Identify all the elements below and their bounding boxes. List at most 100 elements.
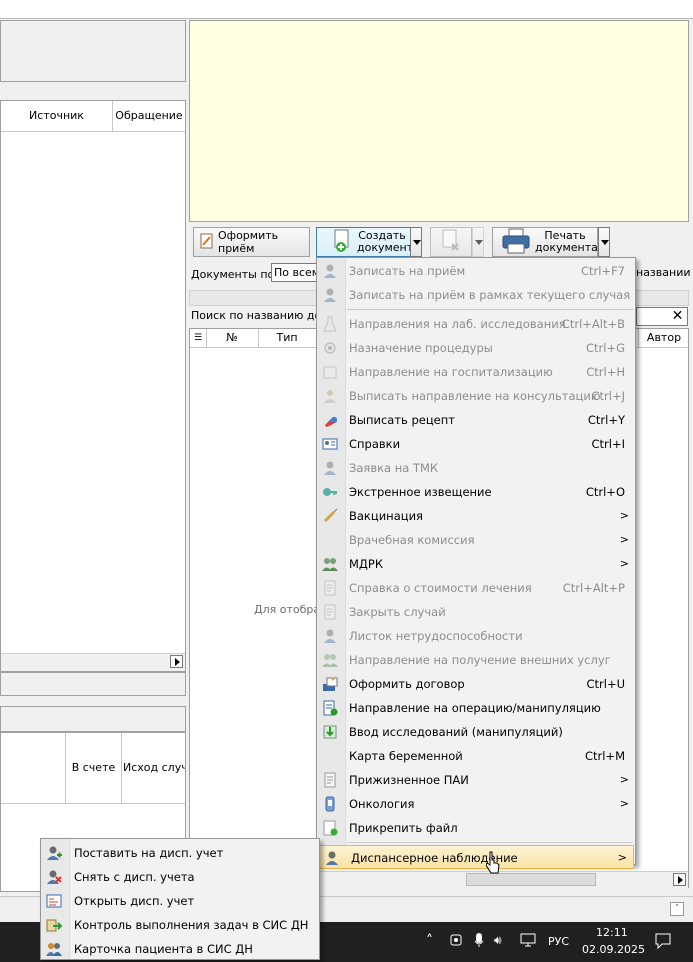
menu-item-5[interactable]: Выписать направление на консультацию Ctrl… — [317, 384, 635, 408]
left-table-hscrollbar[interactable] — [1, 653, 185, 671]
menu-item-23[interactable]: Прикрепить файл — [317, 816, 635, 840]
menu-item-3[interactable]: Назначение процедуры Ctrl+G — [317, 336, 635, 360]
scroll-right-button-docs[interactable] — [673, 873, 686, 886]
menu-item-label: Экстренное извещение — [349, 485, 492, 499]
delete-document-dropdown[interactable] — [472, 227, 484, 257]
submenu-item-label: Снять с дисп. учета — [74, 870, 195, 884]
menu-item-14[interactable]: Закрыть случай — [317, 600, 635, 624]
submenu-item-label: Контроль выполнения задач в СИС ДН — [74, 918, 309, 932]
submenu-item-2[interactable]: Открыть дисп. учет — [41, 889, 319, 913]
notifications-icon[interactable] — [654, 932, 672, 953]
submenu-arrow: > — [619, 797, 629, 810]
dispensary-submenu[interactable]: Поставить на дисп. учет Снять с дисп. уче… — [40, 838, 320, 960]
people-icon — [46, 941, 62, 957]
menu-item-0[interactable]: Записать на приём Ctrl+F7 — [317, 259, 635, 283]
menu-item-label: Направление на получение внешних услуг — [349, 653, 611, 667]
attach-icon — [322, 820, 338, 836]
column-header-number[interactable]: № — [206, 329, 259, 347]
tray-chevron-icon[interactable]: ˄ — [426, 933, 433, 949]
clock-date[interactable]: 02.09.2025 — [582, 943, 645, 956]
column-header-in-bill[interactable]: В счете — [65, 733, 122, 803]
menu-item-label: Записать на приём в рамках текущего случ… — [349, 288, 631, 302]
menu-item-16[interactable]: Направление на получение внешних услуг — [317, 648, 635, 672]
submenu-item-label: Карточка пациента в СИС ДН — [74, 942, 253, 956]
left-table-header: Источник Обращение — [1, 101, 185, 132]
open-record-icon — [46, 893, 62, 909]
document-delete-icon — [441, 229, 461, 256]
column-header-source[interactable]: Источник — [1, 101, 113, 131]
menu-item-6[interactable]: Выписать рецепт Ctrl+Y — [317, 408, 635, 432]
person-icon — [322, 628, 338, 644]
notes-area[interactable] — [189, 20, 689, 222]
menu-item-18[interactable]: Направление на операцию/манипуляцию — [317, 696, 635, 720]
submenu-item-3[interactable]: Контроль выполнения задач в СИС ДН — [41, 913, 319, 937]
menu-item-label: Справки — [349, 437, 401, 451]
menu-item-label: Оформить договор — [349, 677, 465, 691]
microphone-icon[interactable] — [474, 932, 484, 951]
person-icon — [324, 850, 340, 866]
menu-item-label: Вакцинация — [349, 509, 423, 523]
menu-item-2[interactable]: Направления на лаб. исследования Ctrl+Alt… — [317, 312, 635, 336]
person-remove-icon — [46, 869, 62, 885]
create-document-label: Создать документ — [357, 229, 414, 254]
menu-item-12[interactable]: МДРК > — [317, 552, 635, 576]
column-header-type[interactable]: Тип — [258, 329, 316, 347]
column-chooser-icon[interactable]: ☰ — [190, 329, 207, 347]
menu-item-17[interactable]: Оформить договор Ctrl+U — [317, 672, 635, 696]
column-header-author[interactable]: Автор — [638, 329, 689, 347]
menu-item-label: МДРК — [349, 557, 384, 571]
docs-by-select[interactable]: По всем — [271, 263, 317, 282]
network-icon[interactable] — [520, 933, 536, 950]
menu-item-label: Врачебная комиссия — [349, 533, 475, 547]
menu-item-21[interactable]: Прижизненное ПАИ > — [317, 768, 635, 792]
menu-item-4[interactable]: Направление на госпитализацию Ctrl+H — [317, 360, 635, 384]
volume-icon[interactable]: 🔊︎ — [494, 933, 502, 948]
menu-item-20[interactable]: Карта беременной Ctrl+M — [317, 744, 635, 768]
print-document-dropdown[interactable] — [598, 227, 610, 257]
menu-item-9[interactable]: Экстренное извещение Ctrl+O — [317, 480, 635, 504]
menu-item-shortcut: Ctrl+U — [586, 677, 625, 691]
create-document-button[interactable]: Создать документ — [316, 227, 414, 257]
scroll-right-button[interactable] — [170, 655, 183, 668]
submenu-item-1[interactable]: Снять с дисп. учета — [41, 865, 319, 889]
mouse-cursor-icon — [485, 851, 500, 878]
column-header-outcome[interactable]: Исход случа — [123, 733, 185, 803]
operation-icon — [322, 700, 338, 716]
submenu-item-label: Открыть дисп. учет — [74, 894, 195, 908]
menu-item-19[interactable]: Ввод исследований (манипуляций) — [317, 720, 635, 744]
submenu-arrow: > — [617, 851, 627, 864]
create-document-menu[interactable]: Записать на приём Ctrl+F7 Записать на приё… — [316, 257, 636, 869]
submenu-item-0[interactable]: Поставить на дисп. учет — [41, 841, 319, 865]
person-icon — [322, 263, 338, 279]
menu-item-shortcut: Ctrl+H — [586, 365, 625, 379]
create-document-dropdown[interactable] — [410, 227, 422, 257]
submenu-item-4[interactable]: Карточка пациента в СИС ДН — [41, 937, 319, 961]
menu-item-13[interactable]: Справка о стоимости лечения Ctrl+Alt+P — [317, 576, 635, 600]
delete-document-button[interactable] — [430, 227, 472, 257]
forward-icon — [46, 917, 63, 933]
key-icon — [322, 484, 338, 500]
menu-item-label: Ввод исследований (манипуляций) — [349, 725, 563, 739]
menu-item-shortcut: Ctrl+G — [585, 341, 625, 355]
menu-item-24[interactable]: Диспансерное наблюдение > — [318, 845, 634, 869]
menu-item-10[interactable]: Вакцинация > — [317, 504, 635, 528]
clear-search-icon[interactable]: ✕ — [669, 308, 686, 325]
menu-separator — [347, 842, 633, 843]
menu-item-11[interactable]: Врачебная комиссия > — [317, 528, 635, 552]
clock-time[interactable]: 12:11 — [596, 926, 628, 939]
accept-button[interactable]: Оформить приём — [193, 227, 310, 257]
menu-item-15[interactable]: Листок нетрудоспособности — [317, 624, 635, 648]
column-header-appeal[interactable]: Обращение — [113, 101, 185, 131]
webcam-icon[interactable] — [450, 932, 462, 951]
left-table[interactable]: Источник Обращение — [0, 100, 186, 672]
language-indicator[interactable]: РУС — [548, 935, 569, 948]
contract-icon — [322, 676, 338, 692]
menu-item-7[interactable]: Справки Ctrl+I — [317, 432, 635, 456]
menu-item-label: Закрыть случай — [349, 605, 446, 619]
menu-item-1[interactable]: Записать на приём в рамках текущего случ… — [317, 283, 635, 307]
expand-icon[interactable]: ˅ — [670, 902, 684, 916]
menu-item-22[interactable]: Онкология > — [317, 792, 635, 816]
menu-item-8[interactable]: Заявка на ТМК — [317, 456, 635, 480]
left-status-panel — [0, 672, 186, 696]
print-document-button[interactable]: Печать документа — [492, 227, 598, 257]
